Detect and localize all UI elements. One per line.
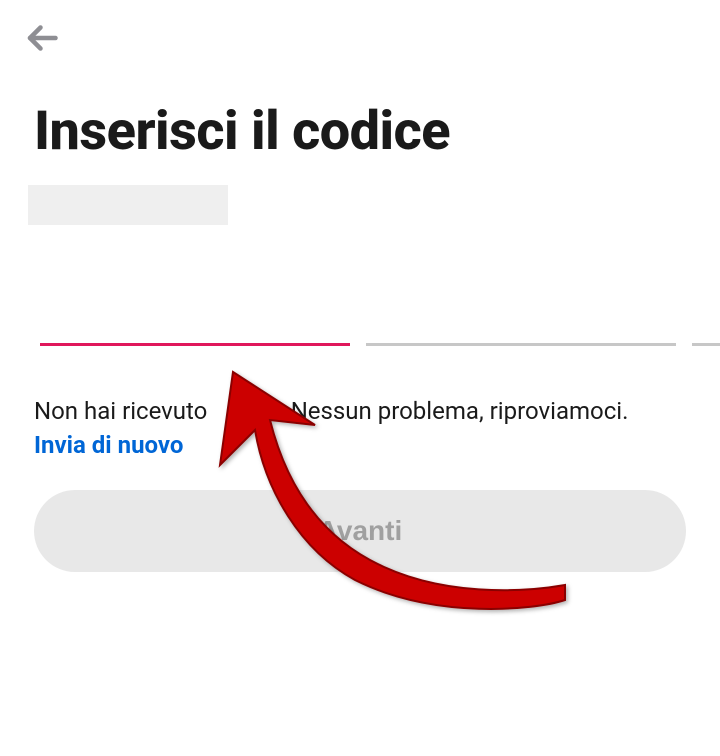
next-button[interactable]: Avanti <box>34 490 686 572</box>
resend-link[interactable]: Invia di nuovo <box>34 431 183 459</box>
redacted-phone-placeholder <box>28 185 228 225</box>
code-slot-1[interactable] <box>40 318 350 346</box>
help-text: Non hai ricevuto Nessun problema, riprov… <box>34 395 686 462</box>
code-slot-3[interactable] <box>692 318 720 346</box>
code-input-group <box>40 318 680 346</box>
help-text-before: Non hai ricevuto <box>34 397 207 425</box>
back-button[interactable] <box>22 18 62 58</box>
arrow-left-icon <box>24 20 60 56</box>
help-text-after: Nessun problema, riproviamoci. <box>291 397 629 425</box>
page-title: Inserisci il codice <box>34 100 450 163</box>
code-slot-2[interactable] <box>366 318 676 346</box>
